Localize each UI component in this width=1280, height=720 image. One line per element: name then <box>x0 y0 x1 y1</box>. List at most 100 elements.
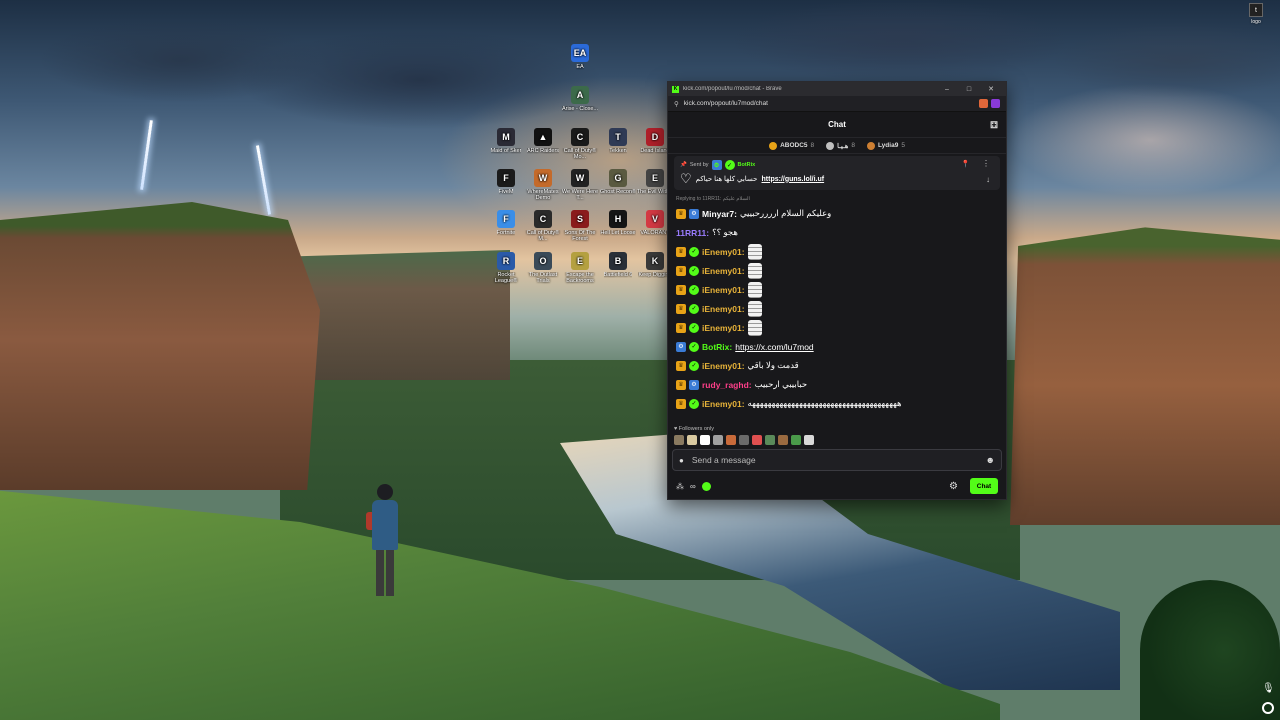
arise-icon: A <box>571 86 589 104</box>
settings-gear-icon[interactable]: ⚙ <box>949 481 958 492</box>
chat-username[interactable]: iEnemy01: <box>702 323 745 333</box>
sons-forest-icon: S <box>571 210 589 228</box>
desktop-shortcut[interactable]: B Battlefield 6 <box>598 252 638 278</box>
desktop-shortcut[interactable]: C Call of Duty® M... <box>523 210 563 243</box>
chat-username[interactable]: iEnemy01: <box>702 304 745 314</box>
chat-message[interactable]: ♛ ⚙ rudy_raghd: حبابيبي ارحبيب <box>676 375 1000 394</box>
cod-icon: C <box>571 128 589 146</box>
quick-emote[interactable] <box>752 435 762 445</box>
crown-badge-icon: ♛ <box>676 208 686 219</box>
desktop-shortcut[interactable]: G Ghost Recon® <box>598 169 638 195</box>
desktop-shortcut[interactable]: R Rocket League® <box>486 252 526 285</box>
microphone-icon[interactable]: 🎙 <box>1262 683 1275 695</box>
leaderboard-toggle-icon[interactable]: ⚃ <box>990 120 998 131</box>
desktop-shortcut[interactable]: C Call of Duty® Mo... <box>560 128 600 161</box>
message-input[interactable] <box>691 455 986 465</box>
desktop-shortcut[interactable]: O The Outlast Trials <box>523 252 563 285</box>
chat-message[interactable]: ♛ ⚙ Minyar7: وعليكم السلام اررررحبييي <box>676 204 1000 223</box>
quick-emote[interactable] <box>791 435 801 445</box>
chat-messages[interactable]: Replying to 11RR11: السلام عليكم ♛ ⚙ Minya… <box>668 192 1006 423</box>
quick-emote[interactable] <box>674 435 684 445</box>
target-icon[interactable] <box>1262 702 1274 714</box>
desktop-shortcut[interactable]: W WhereMates Demo <box>523 169 563 202</box>
site-info-icon[interactable]: ⚲ <box>674 100 679 108</box>
pinned-link[interactable]: https://guns.lol/i.uf <box>762 176 825 183</box>
channel-points-value[interactable]: ∞ <box>690 482 696 491</box>
window-titlebar[interactable]: K kick.com/popout/lu7mod/chat - Brave – … <box>668 82 1006 96</box>
desktop-shortcut[interactable]: H Hell Let Loose <box>598 210 638 236</box>
desktop-shortcut[interactable]: F FiveM <box>486 169 526 195</box>
leaderboard-entry[interactable]: ABODC5 8 <box>769 141 814 150</box>
emoji-picker-icon[interactable]: ☻ <box>986 455 995 465</box>
quick-emote[interactable] <box>778 435 788 445</box>
message-input-box[interactable]: ● ☻ <box>672 449 1002 471</box>
desktop-shortcut-label: Sons Of The Forest <box>564 230 596 243</box>
desktop-shortcut[interactable]: S Sons Of The Forest <box>560 210 600 243</box>
chat-username[interactable]: iEnemy01: <box>702 361 745 371</box>
expand-down-icon[interactable]: ↓ <box>986 175 990 184</box>
quick-emote[interactable] <box>713 435 723 445</box>
quick-emote[interactable] <box>726 435 736 445</box>
send-chat-button[interactable]: Chat <box>970 478 998 494</box>
quick-emote[interactable] <box>739 435 749 445</box>
pinned-sender[interactable]: BotRix <box>738 162 756 168</box>
desktop-shortcut[interactable]: ▲ ARC Raiders <box>523 128 563 154</box>
minimize-button[interactable]: – <box>936 86 958 93</box>
pinned-message[interactable]: 📌 Sent by ⚙ ✓ BotRix ♡ حسابي كلها هنا حي… <box>674 156 1000 190</box>
chat-message[interactable]: ♛ ✓ iEnemy01: <box>676 299 1000 318</box>
chat-message[interactable]: ♛ ✓ iEnemy01: ههههههههههههههههههههههههههههه… <box>676 394 1000 413</box>
desktop-shortcut[interactable]: W We Were Here T... <box>560 169 600 202</box>
kick-logo-icon[interactable] <box>701 481 711 491</box>
address-bar[interactable]: ⚲ kick.com/popout/lu7mod/chat <box>668 96 1006 112</box>
bot-badge-icon: ⚙ <box>689 208 699 219</box>
quick-emote[interactable] <box>765 435 775 445</box>
chat-username[interactable]: iEnemy01: <box>702 285 745 295</box>
logo-label: logo <box>1251 19 1261 25</box>
leaderboard-entry[interactable]: هـيـا 8 <box>826 141 855 150</box>
brave-rewards-icon[interactable] <box>991 99 1000 108</box>
maximize-button[interactable]: □ <box>958 86 980 93</box>
unpin-icon[interactable]: 📍 <box>961 160 970 168</box>
ea-icon: EA <box>571 44 589 62</box>
tekken-icon: T <box>609 128 627 146</box>
chat-username[interactable]: iEnemy01: <box>702 247 745 257</box>
chat-message[interactable]: 11RR11: هجو ؟؟ <box>676 223 1000 242</box>
desktop-shortcut[interactable]: EA EA <box>560 44 600 70</box>
chat-username[interactable]: BotRix: <box>702 342 732 352</box>
desktop-logo-shortcut[interactable]: t logo <box>1245 3 1267 25</box>
chat-message[interactable]: ♛ ✓ iEnemy01: <box>676 261 1000 280</box>
chat-message[interactable]: ⚙ ✓ BotRix: https://x.com/lu7mod <box>676 337 1000 356</box>
chat-link[interactable]: https://x.com/lu7mod <box>735 342 813 352</box>
desktop-shortcut[interactable]: M Maid of Sker <box>486 128 526 154</box>
desktop-shortcut[interactable]: A Arise - Close... <box>560 86 600 112</box>
crown-badge-icon: ♛ <box>676 322 686 333</box>
brave-shields-icon[interactable] <box>979 99 988 108</box>
quick-emote[interactable] <box>700 435 710 445</box>
desktop-shortcut-label: Ghost Recon® <box>599 189 637 195</box>
channel-points-icon[interactable]: ⁂ <box>676 482 684 491</box>
chat-message[interactable]: ♛ ✓ iEnemy01: <box>676 280 1000 299</box>
chat-emote <box>747 319 762 336</box>
url-text[interactable]: kick.com/popout/lu7mod/chat <box>684 100 976 107</box>
desktop-shortcut-label: Arise - Close... <box>561 106 599 112</box>
desktop-shortcut[interactable]: F Fortnite <box>486 210 526 236</box>
chat-username[interactable]: 11RR11: <box>676 228 709 238</box>
quick-emote[interactable] <box>687 435 697 445</box>
desktop-shortcut-label: We Were Here T... <box>561 189 599 202</box>
verified-badge-icon: ✓ <box>689 246 699 257</box>
chat-username[interactable]: rudy_raghd: <box>702 380 752 390</box>
chat-username[interactable]: iEnemy01: <box>702 399 745 409</box>
leaderboard-entry[interactable]: Lydia9 5 <box>866 141 905 150</box>
chat-message[interactable]: ♛ ✓ iEnemy01: <box>676 242 1000 261</box>
chat-username[interactable]: Minyar7: <box>702 209 737 219</box>
chat-message[interactable]: ♛ ✓ iEnemy01: <box>676 318 1000 337</box>
chat-username[interactable]: iEnemy01: <box>702 266 745 276</box>
desktop-shortcut[interactable]: T Tekken <box>598 128 638 154</box>
battlefield-icon: B <box>609 252 627 270</box>
quick-emote[interactable] <box>804 435 814 445</box>
more-options-icon[interactable]: ⋮ <box>982 159 990 168</box>
desktop-shortcut[interactable]: E Escape the Backrooms <box>560 252 600 285</box>
pinned-sent-by-label: Sent by <box>689 162 709 168</box>
chat-message[interactable]: ♛ ✓ iEnemy01: قدمت ولا باقي <box>676 356 1000 375</box>
close-button[interactable]: ✕ <box>980 85 1002 93</box>
